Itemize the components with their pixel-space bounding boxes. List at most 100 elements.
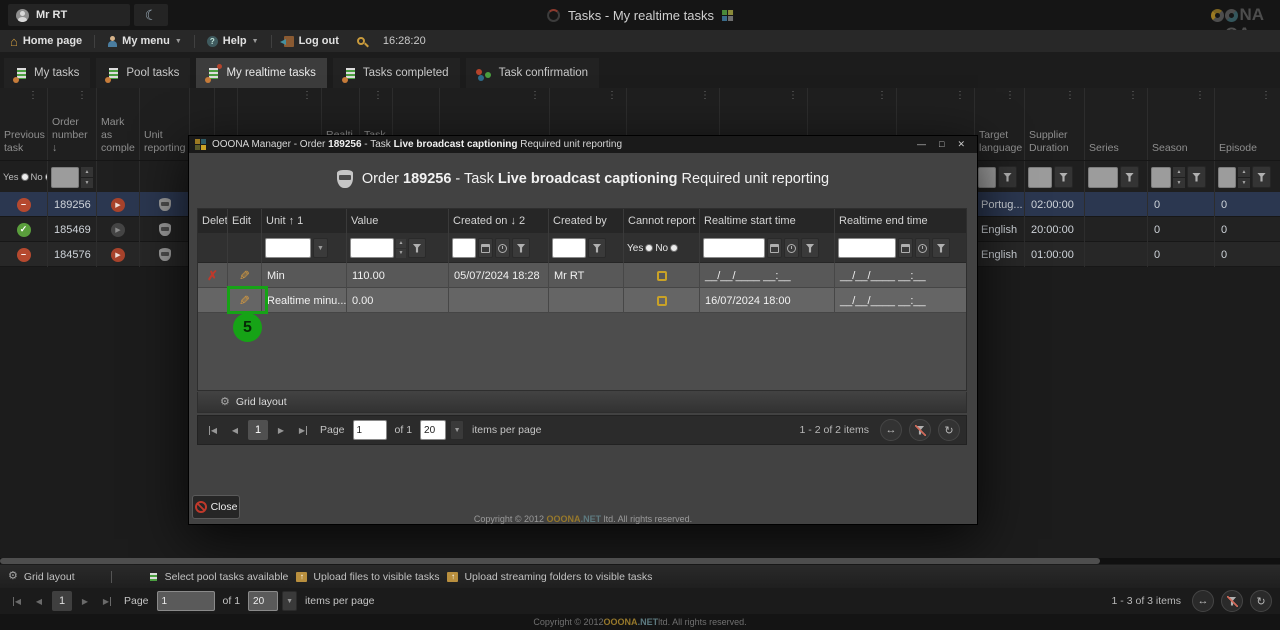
page-number-input[interactable] (353, 420, 387, 440)
stepper-down-button[interactable]: ▼ (1173, 178, 1185, 188)
clock-button[interactable] (495, 238, 510, 258)
column-header-realtime-start[interactable]: Realtime start time (700, 209, 835, 233)
current-page-button[interactable]: 1 (52, 591, 72, 611)
tab-pool-tasks[interactable]: Pool tasks (96, 58, 190, 88)
column-header-value[interactable]: Value (347, 209, 449, 233)
upload-streaming-folders-button[interactable]: ↑ Upload streaming folders to visible ta… (447, 571, 652, 583)
clear-filters-button[interactable] (1221, 590, 1243, 612)
play-icon[interactable]: ▶ (111, 223, 125, 237)
previous-page-button[interactable]: ◀ (30, 592, 48, 610)
fit-columns-button[interactable]: ↔ (1192, 590, 1214, 612)
clock-button[interactable] (784, 238, 799, 258)
dialog-title-bar[interactable]: OOONA Manager - Order 189256 - Task Live… (189, 136, 977, 153)
scrollbar-thumb[interactable] (0, 558, 1100, 564)
grid-layout-button[interactable]: ⚙ Grid layout (8, 571, 75, 583)
episode-filter-input[interactable] (1218, 167, 1236, 188)
home-page-button[interactable]: ⌂ Home page (6, 32, 86, 50)
created-on-filter-input[interactable] (452, 238, 476, 258)
next-page-button[interactable]: ▶ (272, 421, 290, 439)
unit-filter-select[interactable] (265, 238, 311, 258)
horizontal-scrollbar[interactable] (0, 558, 1280, 564)
column-menu-icon[interactable]: ⋮ (955, 91, 965, 101)
tab-tasks-completed[interactable]: Tasks completed (333, 58, 460, 88)
maximize-icon[interactable]: □ (939, 140, 944, 149)
last-page-button[interactable]: ▶ (98, 592, 116, 610)
page-size-select[interactable]: 20 (248, 591, 278, 611)
value-filter-input[interactable] (350, 238, 394, 258)
series-filter-input[interactable] (1088, 167, 1118, 188)
column-menu-icon[interactable]: ⋮ (373, 91, 383, 101)
column-header-supplier-duration[interactable]: ⋮ Supplier Duration (1025, 88, 1085, 160)
stepper-up-button[interactable]: ▲ (396, 239, 406, 248)
filter-funnel-button[interactable] (1187, 166, 1206, 188)
column-menu-icon[interactable]: ⋮ (302, 91, 312, 101)
fit-columns-button[interactable]: ↔ (880, 419, 902, 441)
clear-filters-button[interactable] (909, 419, 931, 441)
column-header-created-on[interactable]: Created on ↓ 2 (449, 209, 549, 233)
radio-no[interactable] (670, 244, 678, 252)
stepper-down-button[interactable]: ▼ (1238, 178, 1250, 188)
column-header-order-number[interactable]: ⋮ Order number ↓ (48, 88, 97, 160)
log-out-button[interactable]: Log out (280, 32, 343, 50)
page-size-dropdown-button[interactable]: ▼ (450, 420, 464, 440)
grid-layout-bar[interactable]: ⚙ Grid layout (197, 392, 967, 413)
stepper-up-button[interactable]: ▲ (1238, 167, 1250, 177)
filter-funnel-button[interactable] (932, 238, 950, 258)
dropdown-button[interactable]: ▼ (313, 238, 328, 258)
column-header-target-language[interactable]: ⋮ Target language (975, 88, 1025, 160)
calendar-button[interactable] (898, 238, 913, 258)
search-button[interactable] (351, 32, 371, 50)
created-by-filter-input[interactable] (552, 238, 586, 258)
radio-yes[interactable] (645, 244, 653, 252)
filter-funnel-button[interactable] (512, 238, 530, 258)
yes-no-radio-group[interactable]: Yes No (627, 243, 678, 254)
calendar-button[interactable] (478, 238, 493, 258)
column-menu-icon[interactable]: ⋮ (877, 91, 887, 101)
upload-files-button[interactable]: ↑ Upload files to visible tasks (296, 571, 439, 583)
tab-task-confirmation[interactable]: Task confirmation (466, 58, 599, 88)
radio-yes[interactable] (21, 173, 29, 181)
minimize-icon[interactable]: — (917, 140, 926, 149)
supplier-duration-filter-input[interactable] (1028, 167, 1052, 188)
clock-button[interactable] (915, 238, 930, 258)
column-header-mark-as-complete[interactable]: Mark as comple (97, 88, 140, 160)
previous-page-button[interactable]: ◀ (226, 421, 244, 439)
delete-icon[interactable]: ✗ (207, 269, 218, 282)
column-header-delete[interactable]: Delet (198, 209, 228, 233)
column-header-edit[interactable]: Edit (228, 209, 262, 233)
column-menu-icon[interactable]: ⋮ (1005, 91, 1015, 101)
filter-funnel-button[interactable] (408, 238, 426, 258)
column-header-unit-reporting[interactable]: Unit reporting (140, 88, 190, 160)
column-header-season[interactable]: ⋮ Season (1148, 88, 1215, 160)
filter-funnel-button[interactable] (1252, 166, 1271, 188)
table-row[interactable]: ✗ ✎ Min 110.00 05/07/2024 18:28 Mr RT __… (198, 263, 966, 288)
calendar-button[interactable] (767, 238, 782, 258)
column-header-realtime-end[interactable]: Realtime end time (835, 209, 966, 233)
realtime-start-filter-input[interactable] (703, 238, 765, 258)
page-number-input[interactable] (157, 591, 215, 611)
page-size-select[interactable]: 20 (420, 420, 446, 440)
edit-pencil-icon[interactable]: ✎ (239, 269, 250, 282)
target-language-filter-input[interactable] (978, 167, 996, 188)
filter-funnel-button[interactable] (998, 166, 1017, 188)
column-menu-icon[interactable]: ⋮ (28, 91, 38, 101)
stepper-up-button[interactable]: ▲ (81, 167, 93, 177)
page-size-dropdown-button[interactable]: ▼ (282, 591, 297, 611)
realtime-end-filter-input[interactable] (838, 238, 896, 258)
my-menu-button[interactable]: My menu ▼ (103, 32, 186, 50)
unit-reporting-icon[interactable] (159, 223, 171, 236)
first-page-button[interactable]: ◀ (204, 421, 222, 439)
current-page-button[interactable]: 1 (248, 420, 268, 440)
column-header-cannot-report[interactable]: Cannot report (624, 209, 700, 233)
stepper-up-button[interactable]: ▲ (1173, 167, 1185, 177)
user-menu-button[interactable]: Mr RT (8, 4, 130, 26)
tab-my-tasks[interactable]: My tasks (4, 58, 90, 88)
play-icon[interactable]: ▶ (111, 198, 125, 212)
theme-toggle-button[interactable]: ☾ (134, 4, 168, 26)
column-menu-icon[interactable]: ⋮ (1065, 91, 1075, 101)
filter-funnel-button[interactable] (588, 238, 606, 258)
filter-funnel-button[interactable] (1120, 166, 1139, 188)
close-icon[interactable]: ✕ (957, 140, 965, 149)
column-menu-icon[interactable]: ⋮ (530, 91, 540, 101)
cannot-report-checkbox[interactable] (657, 271, 667, 281)
